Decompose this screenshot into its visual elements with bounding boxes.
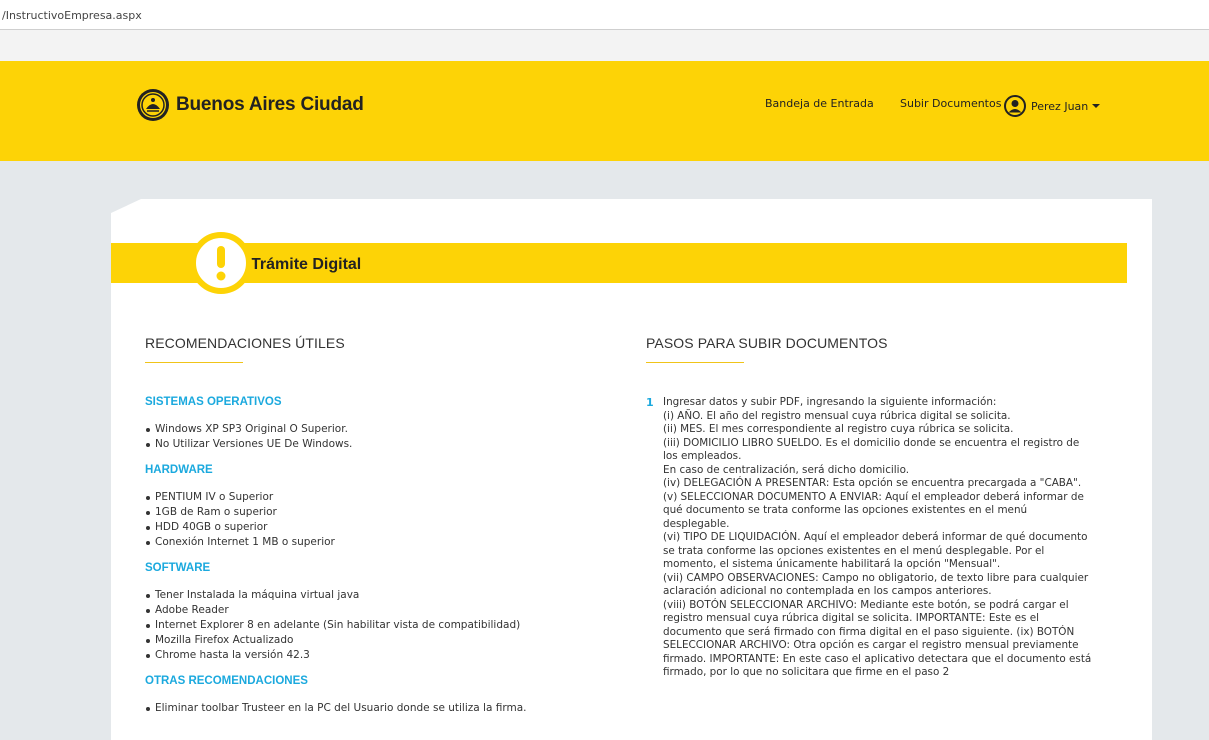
step-line: (iii) DOMICILIO LIBRO SUELDO. Es el domi… <box>663 436 1080 449</box>
step-line: (i) AÑO. El año del registro mensual cuy… <box>663 409 1011 422</box>
step-line: (viii) BOTÓN SELECCIONAR ARCHIVO: Median… <box>663 598 1069 611</box>
user-name: Perez Juan <box>1031 99 1089 113</box>
step-line: (vi) TIPO DE LIQUIDACIÓN. Aquí el emplea… <box>663 531 1088 543</box>
chevron-down-icon <box>1092 104 1101 108</box>
step-line: (iv) DELEGACIÓN A PRESENTAR: Esta opción… <box>663 477 1082 489</box>
software-list: Tener Instalada la máquina virtual java … <box>145 588 595 663</box>
step-number: 1 <box>646 396 654 409</box>
step-line: documento que será firmado con firma dig… <box>663 625 1075 638</box>
step-line: se trata conforme las opciones existente… <box>663 544 1045 557</box>
nav-upload-link[interactable]: Subir Documentos <box>900 97 1001 110</box>
list-item: Internet Explorer 8 en adelante (Sin hab… <box>145 618 595 633</box>
os-list: Windows XP SP3 Original O Superior. No U… <box>145 422 595 452</box>
step-line: (ii) MES. El mes correspondiente al regi… <box>663 423 1014 435</box>
page-banner: Trámite Digital <box>111 243 1127 283</box>
nav-inbox-link[interactable]: Bandeja de Entrada <box>765 97 874 110</box>
os-heading: SISTEMAS OPERATIVOS <box>145 396 282 408</box>
site-header: Buenos Aires Ciudad Bandeja de Entrada S… <box>0 61 1209 161</box>
address-bar[interactable]: /InstructivoEmpresa.aspx <box>0 0 1209 30</box>
step-line: Ingresar datos y subir PDF, ingresando l… <box>663 396 997 408</box>
list-item: Chrome hasta la versión 42.3 <box>145 648 595 663</box>
step-line: (vii) CAMPO OBSERVACIONES: Campo no obli… <box>663 571 1089 584</box>
step-line: SELECCIONAR ARCHIVO: Otra opción es carg… <box>663 639 1079 651</box>
step-line: desplegable. <box>663 517 730 530</box>
site-logo[interactable]: Buenos Aires Ciudad <box>136 88 364 122</box>
url-text: /InstructivoEmpresa.aspx <box>2 9 142 22</box>
user-menu[interactable]: Perez Juan <box>1004 95 1101 117</box>
list-item: PENTIUM IV o Superior <box>145 490 595 505</box>
list-item: 1GB de Ram o superior <box>145 505 595 520</box>
card-corner-notch <box>111 199 141 213</box>
list-item: Mozilla Firefox Actualizado <box>145 633 595 648</box>
step-line: qué documento se trata conforme las opci… <box>663 504 1028 516</box>
other-heading: OTRAS RECOMENDACIONES <box>145 675 308 687</box>
step-1-body: Ingresar datos y subir PDF, ingresando l… <box>663 396 1125 680</box>
software-heading: SOFTWARE <box>145 562 211 574</box>
list-item: Conexión Internet 1 MB o superior <box>145 535 595 550</box>
page-title: Trámite Digital <box>251 256 362 273</box>
list-item: Windows XP SP3 Original O Superior. <box>145 422 595 437</box>
step-line: registro mensual cuya rúbrica digital se… <box>663 612 1039 624</box>
list-item: Eliminar toolbar Trusteer en la PC del U… <box>145 701 595 716</box>
list-item: Adobe Reader <box>145 603 595 618</box>
hardware-list: PENTIUM IV o Superior 1GB de Ram o super… <box>145 490 595 550</box>
step-line: aclaración adicional no contemplada en l… <box>663 585 992 597</box>
content-card: Trámite Digital RECOMENDACIONES ÚTILES S… <box>111 199 1152 740</box>
exclamation-icon <box>190 232 252 294</box>
step-1: 1 Ingresar datos y subir PDF, ingresando… <box>646 396 1126 680</box>
steps-title: PASOS PARA SUBIR DOCUMENTOS <box>646 335 888 351</box>
title-underline <box>646 362 744 363</box>
hardware-heading: HARDWARE <box>145 464 213 476</box>
recommendations-section: RECOMENDACIONES ÚTILES SISTEMAS OPERATIV… <box>145 335 595 716</box>
list-item: Tener Instalada la máquina virtual java <box>145 588 595 603</box>
user-avatar-icon <box>1004 95 1026 117</box>
title-underline <box>145 362 243 363</box>
recommendations-title: RECOMENDACIONES ÚTILES <box>145 335 345 351</box>
list-item: HDD 40GB o superior <box>145 520 595 535</box>
brand-name: Buenos Aires Ciudad <box>176 94 364 115</box>
step-line: firmado. IMPORTANTE: En este caso el apl… <box>663 652 1092 665</box>
city-seal-icon <box>137 89 169 121</box>
step-line: (v) SELECCIONAR DOCUMENTO A ENVIAR: Aquí… <box>663 490 1084 503</box>
step-line: En caso de centralización, será dicho do… <box>663 463 910 476</box>
step-line: momento, el sistema únicamente habilitar… <box>663 558 1001 570</box>
list-item: No Utilizar Versiones UE De Windows. <box>145 437 595 452</box>
steps-section: PASOS PARA SUBIR DOCUMENTOS 1 Ingresar d… <box>646 335 1126 680</box>
step-line: los empleados. <box>663 450 742 462</box>
step-line: firmado, por lo que no solicitara que fi… <box>663 666 950 678</box>
other-list: Eliminar toolbar Trusteer en la PC del U… <box>145 701 595 716</box>
toolbar-gap <box>0 30 1209 61</box>
